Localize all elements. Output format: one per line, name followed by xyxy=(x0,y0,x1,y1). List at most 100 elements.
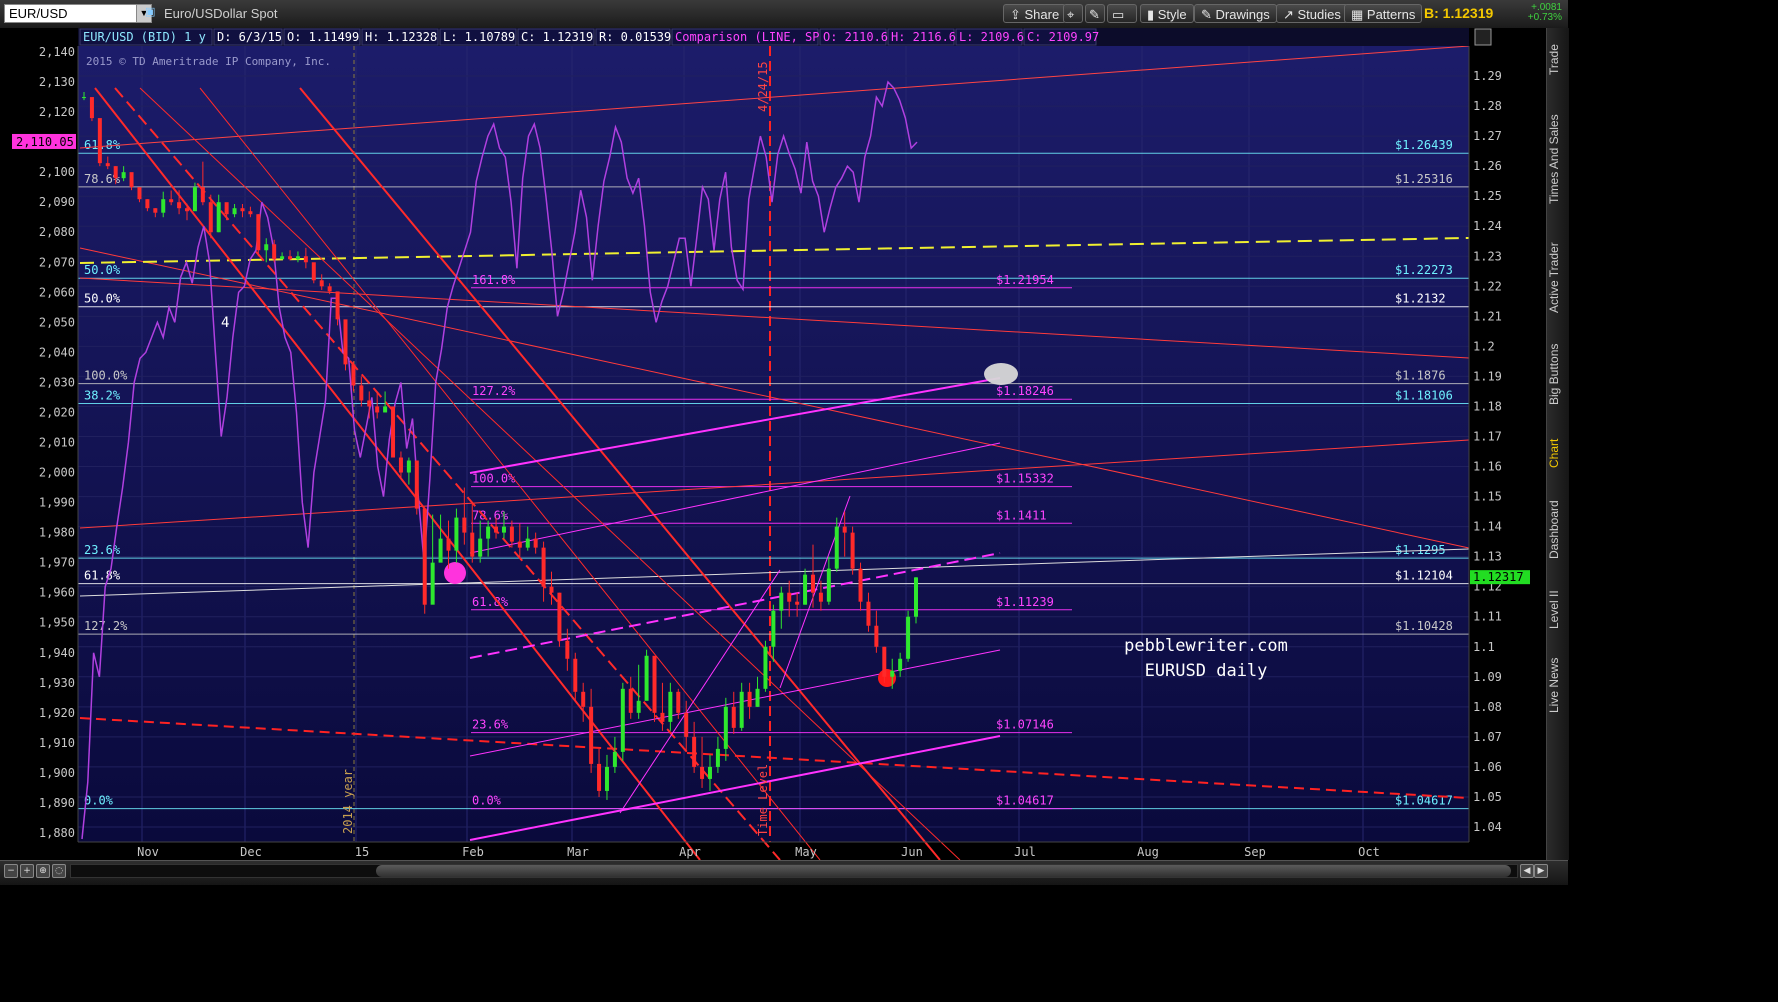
candle-body xyxy=(747,691,752,707)
side-tab-chart[interactable]: Chart xyxy=(1547,428,1569,478)
price-chart[interactable]: $1.26439 $1.25316 $1.22273 $1.2132 $1.1876 $1… xyxy=(0,28,1546,860)
drawings-button[interactable]: ✎ Drawings xyxy=(1194,4,1277,23)
scroll-left-icon[interactable]: ◀ xyxy=(1520,864,1534,878)
left-tick-label: 1,940 xyxy=(39,646,75,660)
fib-level-price: $1.10428 xyxy=(1395,619,1453,633)
share-button[interactable]: ⇪ Share xyxy=(1003,4,1067,23)
candle-body xyxy=(707,766,712,779)
candle-body xyxy=(478,538,483,557)
side-tab-dashboard[interactable]: Dashboard xyxy=(1547,490,1569,570)
candle-body xyxy=(446,538,451,551)
share-label: Share xyxy=(1024,7,1060,22)
header-cell-text: EUR/USD (BID) 1 y D xyxy=(83,30,220,44)
studies-button[interactable]: ↗ Studies xyxy=(1276,4,1348,23)
right-tick-label: 1.08 xyxy=(1473,700,1502,714)
zoom-out-icon[interactable]: − xyxy=(4,864,18,878)
candle-body xyxy=(787,592,792,602)
zoom-fit-icon[interactable]: ⊕ xyxy=(36,864,50,878)
candle-body xyxy=(161,199,166,213)
watermark-line1: pebblewriter.com xyxy=(1124,636,1288,656)
candle-body xyxy=(763,646,768,689)
watermark-line2: EURUSD daily xyxy=(1145,661,1268,681)
candle-body xyxy=(208,202,213,233)
style-button[interactable]: ▮ Style xyxy=(1140,4,1194,23)
fib-left-label: 0.0% xyxy=(84,794,114,808)
zoom-in-icon[interactable]: + xyxy=(20,864,34,878)
candle-body xyxy=(177,202,182,209)
candle-body xyxy=(375,406,380,413)
x-tick-label: Sep xyxy=(1244,845,1266,859)
candle-body xyxy=(224,202,229,215)
candle-body xyxy=(430,562,435,605)
top-toolbar: EUR/USD ▼ ▣ Euro/USDollar Spot ⇪ Share ⌖ … xyxy=(0,0,1568,29)
right-tick-label: 1.29 xyxy=(1473,69,1502,83)
x-tick-label: Jun xyxy=(901,845,923,859)
candle-body xyxy=(612,751,617,767)
candle-body xyxy=(121,172,126,179)
bid-price: B: 1.12319 xyxy=(1424,5,1494,21)
wave-label: 4 xyxy=(221,315,229,331)
tools-button[interactable]: ✎ xyxy=(1085,4,1105,23)
candle-body xyxy=(248,211,253,215)
left-tick-label: 1,900 xyxy=(39,766,75,780)
side-tab-trade[interactable]: Trade xyxy=(1547,32,1569,88)
candle-body xyxy=(541,547,546,587)
left-tick-label: 1,980 xyxy=(39,526,75,540)
candle-body xyxy=(89,97,94,119)
candle-body xyxy=(501,526,506,533)
candle-body xyxy=(82,97,86,99)
candle-body xyxy=(533,538,538,548)
change-pct: +0.73% xyxy=(1527,12,1562,23)
symbol-value: EUR/USD xyxy=(9,6,68,21)
left-tick-label: 1,990 xyxy=(39,496,75,510)
candle-body xyxy=(272,244,277,260)
left-tick-label: 2,080 xyxy=(39,225,75,239)
candle-body xyxy=(256,214,261,251)
candle-body xyxy=(858,568,863,602)
fib-left-label: 38.2% xyxy=(84,388,121,402)
studies-label: Studies xyxy=(1297,7,1341,22)
candle-body xyxy=(105,163,110,167)
side-tab-active-trader[interactable]: Active Trader xyxy=(1547,228,1569,328)
candle-body xyxy=(383,406,388,413)
left-tick-label: 2,050 xyxy=(39,315,75,329)
side-tab-level-ii[interactable]: Level II xyxy=(1547,584,1569,636)
right-tick-label: 1.25 xyxy=(1473,189,1502,203)
side-tab-live-news[interactable]: Live News xyxy=(1547,650,1569,720)
mid-fib-price: $1.07146 xyxy=(996,718,1054,732)
candle-body xyxy=(826,568,831,602)
candle-body xyxy=(628,688,633,713)
patterns-button[interactable]: ▦ Patterns xyxy=(1344,4,1423,23)
right-tick-label: 1.15 xyxy=(1473,490,1502,504)
candle-body xyxy=(620,688,625,752)
left-tick-label: 2,130 xyxy=(39,75,75,89)
right-tick-label: 1.11 xyxy=(1473,610,1502,624)
candle-body xyxy=(137,187,142,200)
scrollbar-thumb[interactable] xyxy=(376,865,1511,877)
crosshair-button[interactable]: ⌖ xyxy=(1063,4,1083,23)
left-tick-label: 1,950 xyxy=(39,616,75,630)
period-button[interactable]: ▭ xyxy=(1107,4,1137,23)
right-tick-label: 1.1 xyxy=(1473,640,1495,654)
right-tick-label: 1.26 xyxy=(1473,159,1502,173)
candle-body xyxy=(850,532,855,569)
x-tick-label: Mar xyxy=(567,845,589,859)
candle-body xyxy=(581,691,586,707)
symbol-input[interactable]: EUR/USD ▼ xyxy=(4,4,152,23)
candle-body xyxy=(906,616,911,659)
change-readout: +.0081 +0.73% xyxy=(1516,3,1562,23)
side-tab-times-and-sales[interactable]: Times And Sales xyxy=(1547,104,1569,214)
candle-body xyxy=(771,610,776,647)
candle-body xyxy=(216,202,221,233)
side-tab-big-buttons[interactable]: Big Buttons xyxy=(1547,333,1569,415)
mid-fib-label: 161.8% xyxy=(472,273,516,287)
candle-body xyxy=(185,208,190,212)
pan-icon[interactable]: ◌ xyxy=(52,864,66,878)
candle-body xyxy=(486,526,491,539)
candle-body xyxy=(723,706,728,749)
link-icon[interactable]: ▣ xyxy=(145,5,155,18)
header-cell-text: L: 1.10789 xyxy=(443,30,515,44)
right-tick-label: 1.18 xyxy=(1473,399,1502,413)
candle-body xyxy=(565,640,570,659)
scroll-right-icon[interactable]: ▶ xyxy=(1534,864,1548,878)
